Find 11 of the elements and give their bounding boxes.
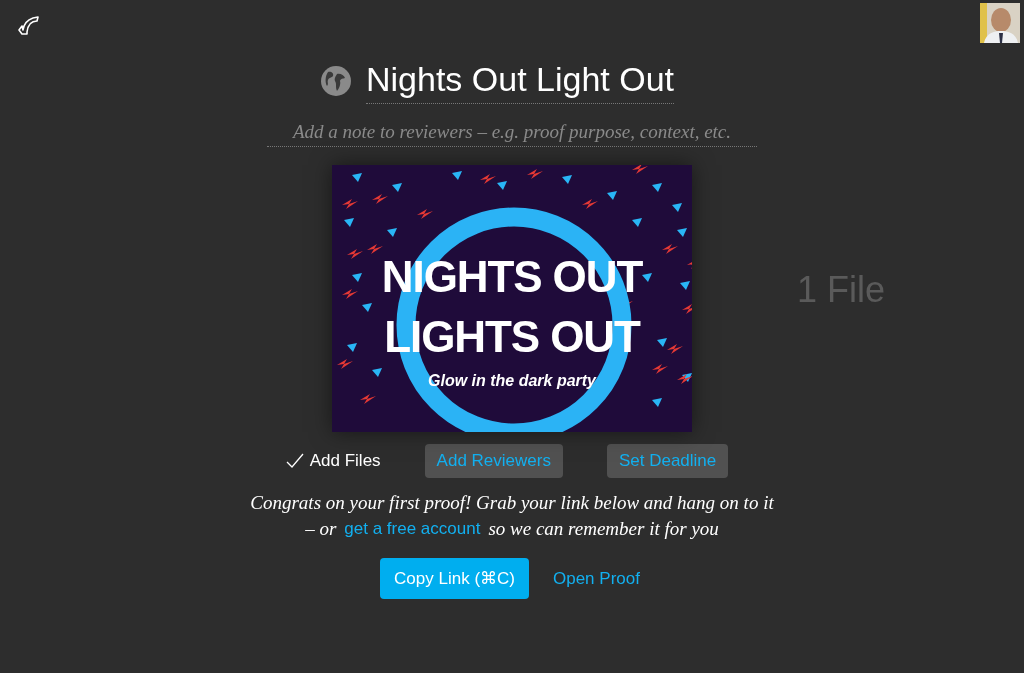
proof-title[interactable]: Nights Out Light Out [365, 58, 674, 104]
note-field[interactable]: Add a note to reviewers – e.g. proof purpose, context, etc. [267, 117, 757, 147]
congrats-text: – or [305, 516, 337, 541]
free-account-link[interactable]: get a free account [344, 515, 481, 542]
globe-icon[interactable] [319, 64, 352, 97]
step-label: Add Files [309, 450, 381, 472]
open-proof-link[interactable]: Open Proof [549, 565, 644, 591]
congrats-text: so we can remember it for you [488, 516, 719, 541]
congrats-text: Congrats on your first proof! Grab your link below and hang on to it [250, 490, 774, 515]
step-button[interactable]: Add Reviewers [424, 444, 563, 478]
step-button[interactable]: Set Deadline [606, 444, 729, 478]
